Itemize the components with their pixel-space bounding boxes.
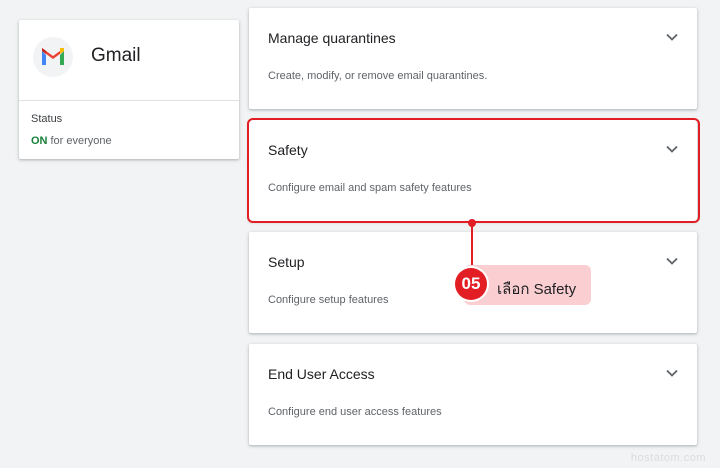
section-title: Safety <box>268 142 308 158</box>
status-scope: for everyone <box>50 135 112 147</box>
status-value: ON <box>31 135 48 147</box>
section-safety[interactable]: Safety Configure email and spam safety f… <box>249 120 697 221</box>
app-name: Gmail <box>91 45 141 66</box>
section-manage-quarantines[interactable]: Manage quarantines Create, modify, or re… <box>249 8 697 109</box>
section-title: Manage quarantines <box>268 30 396 46</box>
section-title: Setup <box>268 254 305 270</box>
watermark: hostatom.com <box>630 452 706 464</box>
chevron-down-icon[interactable] <box>665 254 679 268</box>
callout-text: เลือก Safety <box>497 281 577 298</box>
section-end-user-access[interactable]: End User Access Configure end user acces… <box>249 344 697 445</box>
status-label: Status <box>31 113 63 125</box>
section-description: Configure end user access features <box>268 406 442 418</box>
step-number-badge: 05 <box>455 268 487 300</box>
chevron-down-icon[interactable] <box>665 30 679 44</box>
gmail-logo-icon <box>33 37 73 77</box>
section-title: End User Access <box>268 366 375 382</box>
app-card: Gmail Status ON for everyone <box>19 20 239 159</box>
section-description: Configure email and spam safety features <box>268 182 472 194</box>
section-description: Create, modify, or remove email quaranti… <box>268 70 488 82</box>
status-line: ON for everyone <box>31 135 112 147</box>
chevron-down-icon[interactable] <box>665 142 679 156</box>
section-description: Configure setup features <box>268 294 389 306</box>
chevron-down-icon[interactable] <box>665 366 679 380</box>
callout-connector-dot <box>468 219 476 227</box>
app-header: Gmail <box>19 20 239 101</box>
